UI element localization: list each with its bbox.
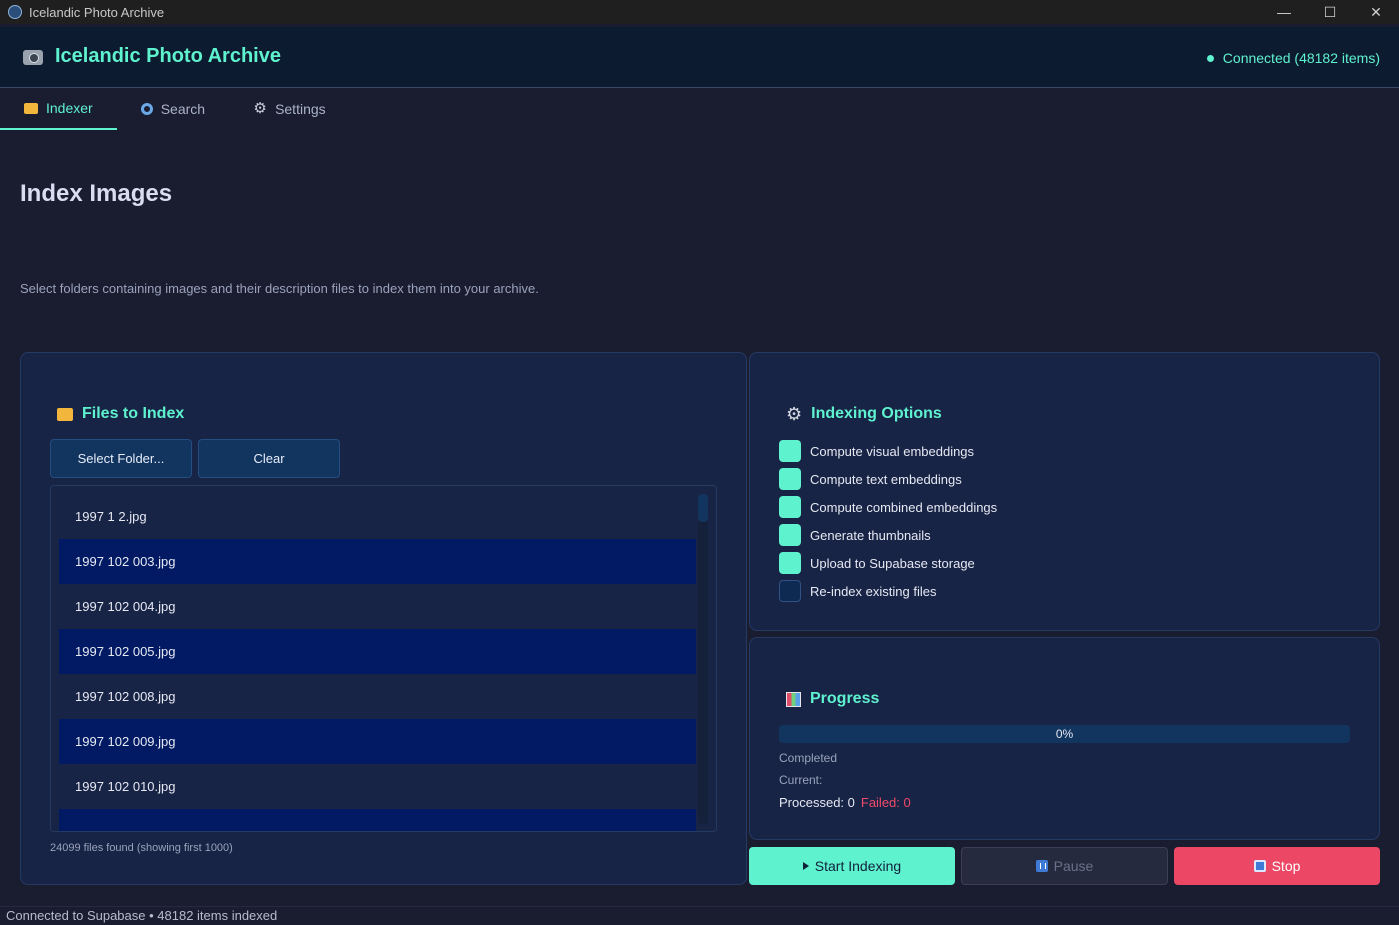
window-controls: — ☐ ✕ <box>1261 0 1399 24</box>
connection-status-text: Connected (48182 items) <box>1222 50 1380 66</box>
window-titlebar: Icelandic Photo Archive — ☐ ✕ <box>0 0 1399 24</box>
list-item[interactable]: 1997 102 008.jpg <box>59 674 696 719</box>
option-generate-thumbnails[interactable]: Generate thumbnails <box>779 524 931 546</box>
tab-settings-label: Settings <box>275 101 326 117</box>
app-header: Icelandic Photo Archive Connected (48182… <box>0 27 1399 88</box>
gear-icon: ⚙ <box>786 404 803 424</box>
checkbox-checked[interactable] <box>779 496 801 518</box>
stop-button[interactable]: Stop <box>1174 847 1380 885</box>
files-panel-title: Files to Index <box>57 405 184 423</box>
current-label: Current: <box>779 773 823 787</box>
bar-chart-icon <box>786 691 801 707</box>
status-dot-icon <box>1206 54 1214 62</box>
files-panel-title-text: Files to Index <box>82 405 185 422</box>
list-item[interactable]: 1997 102 009.jpg <box>59 719 696 764</box>
option-label: Compute visual embeddings <box>810 443 975 459</box>
start-indexing-button[interactable]: Start Indexing <box>749 847 955 885</box>
checkbox-unchecked[interactable] <box>779 580 801 602</box>
progress-panel-title: Progress <box>786 690 879 708</box>
tab-settings[interactable]: ⚙ Settings <box>229 88 350 130</box>
maximize-button[interactable]: ☐ <box>1307 0 1353 24</box>
progress-counts: Processed: 0 Failed: 0 <box>779 795 911 810</box>
play-icon <box>802 862 809 870</box>
app-icon <box>8 5 22 19</box>
pause-icon <box>1035 860 1048 872</box>
progress-panel-title-text: Progress <box>810 690 880 707</box>
options-panel-title: ⚙ Indexing Options <box>786 405 942 423</box>
checkbox-checked[interactable] <box>779 440 801 462</box>
pause-button[interactable]: Pause <box>961 847 1168 885</box>
status-bar: Connected to Supabase • 48182 items inde… <box>0 906 1399 924</box>
option-label: Upload to Supabase storage <box>810 555 975 571</box>
checkbox-checked[interactable] <box>779 552 801 574</box>
file-list[interactable]: 1997 1 2.jpg 1997 102 003.jpg 1997 102 0… <box>50 485 717 832</box>
stop-icon <box>1253 860 1266 872</box>
close-button[interactable]: ✕ <box>1353 0 1399 24</box>
list-item[interactable]: 1997 1 2.jpg <box>59 494 696 539</box>
checkbox-checked[interactable] <box>779 524 801 546</box>
tab-indexer-label: Indexer <box>46 100 93 116</box>
progress-percent: 0% <box>1055 727 1074 741</box>
option-combined-embeddings[interactable]: Compute combined embeddings <box>779 496 997 518</box>
page-description: Select folders containing images and the… <box>20 281 539 296</box>
pause-label: Pause <box>1053 858 1094 874</box>
file-list-scrollbar[interactable] <box>698 494 708 824</box>
minimize-button[interactable]: — <box>1261 0 1307 24</box>
option-visual-embeddings[interactable]: Compute visual embeddings <box>779 440 974 462</box>
tab-bar: Indexer Search ⚙ Settings <box>0 88 350 130</box>
options-panel-title-text: Indexing Options <box>811 405 942 422</box>
magnifier-icon <box>140 103 153 115</box>
select-folder-button[interactable]: Select Folder... <box>50 439 192 478</box>
folder-icon <box>57 407 73 421</box>
option-upload-supabase[interactable]: Upload to Supabase storage <box>779 552 975 574</box>
option-label: Generate thumbnails <box>810 527 931 543</box>
gear-icon: ⚙ <box>253 100 267 117</box>
stop-label: Stop <box>1271 858 1301 874</box>
window-title: Icelandic Photo Archive <box>29 4 165 20</box>
progress-bar: 0% <box>779 725 1350 743</box>
app-title: Icelandic Photo Archive <box>55 45 281 67</box>
processed-count: Processed: 0 <box>779 795 855 810</box>
list-item[interactable]: 1997 102 004.jpg <box>59 584 696 629</box>
start-indexing-label: Start Indexing <box>814 858 902 874</box>
tab-search[interactable]: Search <box>117 88 229 130</box>
progress-panel: Progress 0% Completed Current: Processed… <box>749 637 1380 840</box>
tab-search-label: Search <box>160 101 206 117</box>
list-item[interactable] <box>59 809 696 831</box>
folder-icon <box>24 102 38 114</box>
list-item[interactable]: 1997 102 005.jpg <box>59 629 696 674</box>
option-label: Compute combined embeddings <box>810 499 998 515</box>
option-label: Re-index existing files <box>810 583 937 599</box>
connection-status: Connected (48182 items) <box>1206 50 1380 66</box>
page-title: Index Images <box>20 180 173 207</box>
list-item[interactable]: 1997 102 010.jpg <box>59 764 696 809</box>
tab-indexer[interactable]: Indexer <box>0 88 117 130</box>
files-count: 24099 files found (showing first 1000) <box>50 842 233 854</box>
files-panel: Files to Index Select Folder... Clear 19… <box>20 352 747 885</box>
indexing-options-panel: ⚙ Indexing Options Compute visual embedd… <box>749 352 1380 631</box>
failed-count: Failed: 0 <box>860 795 911 810</box>
list-item[interactable]: 1997 102 003.jpg <box>59 539 696 584</box>
camera-icon <box>23 50 43 65</box>
scrollbar-thumb[interactable] <box>698 494 708 522</box>
option-text-embeddings[interactable]: Compute text embeddings <box>779 468 962 490</box>
option-label: Compute text embeddings <box>810 471 962 487</box>
clear-button[interactable]: Clear <box>198 439 340 478</box>
completed-label: Completed <box>779 751 838 765</box>
option-reindex-existing[interactable]: Re-index existing files <box>779 580 936 602</box>
checkbox-checked[interactable] <box>779 468 801 490</box>
